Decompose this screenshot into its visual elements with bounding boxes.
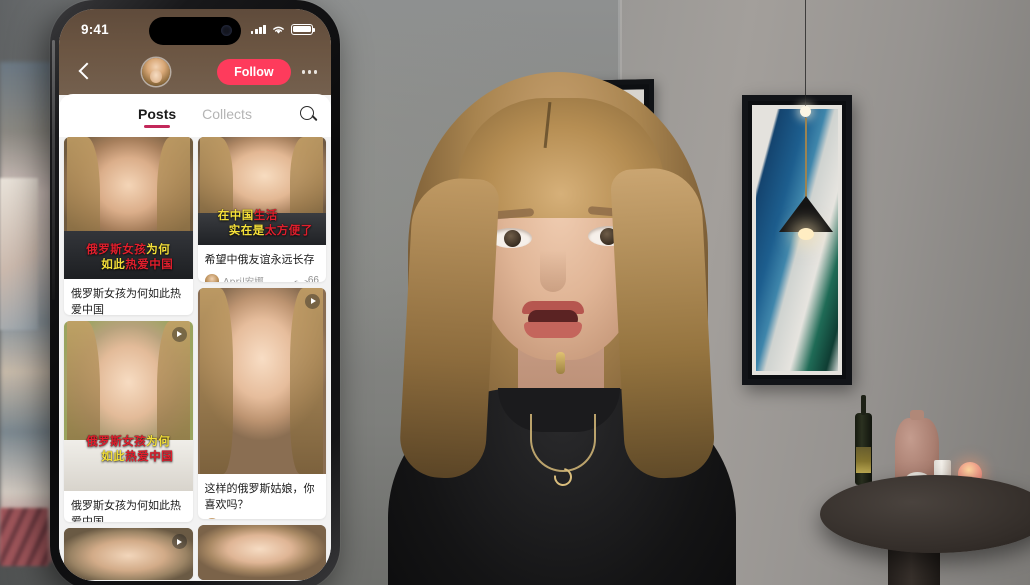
play-icon[interactable] <box>171 534 187 550</box>
feed-column-right: 在中国生活 实在是太方便了 希望中俄友谊永远长存 April安娜 <box>197 137 327 580</box>
caption-red-1: 俄罗斯女孩 <box>86 433 147 448</box>
play-icon[interactable] <box>305 293 320 309</box>
pendant-lamp-glow <box>798 228 814 240</box>
caption-yellow-1: 为何 <box>146 241 171 256</box>
hair-lock-right <box>609 165 717 481</box>
caption-red-1: 生活 <box>253 207 278 222</box>
caption-yellow-1: 为何 <box>146 433 171 448</box>
post-meta: April安娜 66 <box>204 273 319 282</box>
earring <box>556 352 565 374</box>
caption-yellow-2: 如此 <box>101 257 126 272</box>
follow-button[interactable]: Follow <box>217 59 291 85</box>
dynamic-island <box>149 17 241 45</box>
play-icon[interactable] <box>171 326 187 342</box>
caption-yellow-2: 如此 <box>101 449 126 464</box>
phone-screen: 9:41 Follow Posts Collects 俄罗斯女孩为何 如此热爱中… <box>59 9 331 581</box>
posts-feed[interactable]: 俄罗斯女孩为何 如此热爱中国 俄罗斯女孩为何如此热爱中国 April安娜 <box>59 137 331 580</box>
status-clock: 9:41 <box>81 21 109 37</box>
hair-lock-left <box>398 175 500 481</box>
post-thumbnail[interactable]: 在中国生活 实在是太方便了 <box>197 137 327 245</box>
phone-edge-highlight <box>52 40 55 300</box>
caption-yellow-2: 实在是 <box>228 223 265 238</box>
post-card-partial[interactable] <box>64 528 193 580</box>
wifi-icon <box>273 26 284 34</box>
search-icon[interactable] <box>300 106 317 123</box>
screenshot-stage: 9:41 Follow Posts Collects 俄罗斯女孩为何 如此热爱中… <box>0 0 1030 585</box>
thumbnail-caption: 俄罗斯女孩为何 如此热爱中国 <box>64 434 193 465</box>
post-title: 俄罗斯女孩为何如此热爱中国 <box>71 498 181 523</box>
post-card[interactable]: 在中国生活 实在是太方便了 希望中俄友谊永远长存 April安娜 <box>197 137 327 282</box>
post-title: 希望中俄友谊永远长存 <box>204 253 315 266</box>
thumb-hair-right <box>290 287 324 474</box>
author-avatar <box>204 273 219 282</box>
tabs-container: Posts Collects <box>59 94 331 137</box>
post-card-partial[interactable] <box>197 524 326 580</box>
heart-icon[interactable] <box>293 276 304 282</box>
post-author[interactable]: April安娜 <box>204 273 264 282</box>
picture-art <box>756 109 838 371</box>
status-icons <box>250 23 316 35</box>
ceiling-light-dot <box>800 106 811 117</box>
more-options-icon[interactable] <box>301 70 317 74</box>
author-name: April安娜 <box>223 274 264 282</box>
post-body: 这样的俄罗斯姑娘，你喜欢吗？ April安娜 25 <box>198 474 327 519</box>
lower-lip <box>524 322 582 338</box>
pendant-lamp-rod <box>805 118 807 198</box>
caption-red-2: 太方便了 <box>264 223 313 238</box>
post-thumbnail[interactable]: 俄罗斯女孩为何 如此热爱中国 <box>64 320 193 491</box>
navbar-actions: Follow <box>217 59 317 85</box>
post-card[interactable]: 俄罗斯女孩为何 如此热爱中国 俄罗斯女孩为何如此热爱中国 April安娜 <box>64 320 193 523</box>
post-body: 俄罗斯女孩为何如此热爱中国 April安娜 93 <box>64 279 193 315</box>
framed-picture-right <box>742 95 852 385</box>
caption-yellow-1: 在中国 <box>217 207 254 222</box>
tab-collects[interactable]: Collects <box>202 106 252 128</box>
phone-mockup: 9:41 Follow Posts Collects 俄罗斯女孩为何 如此热爱中… <box>50 0 340 585</box>
video-subject <box>380 58 740 585</box>
bottle-label <box>856 447 871 473</box>
post-body: 俄罗斯女孩为何如此热爱中国 April安娜 34 <box>64 491 193 523</box>
post-body: 希望中俄友谊永远长存 April安娜 66 <box>198 245 327 282</box>
caption-red-2: 热爱中国 <box>125 449 174 464</box>
like-count: 66 <box>307 275 319 282</box>
caption-red-1: 俄罗斯女孩 <box>86 241 147 256</box>
post-title: 这样的俄罗斯姑娘，你喜欢吗？ <box>204 481 315 511</box>
battery-icon <box>291 23 316 35</box>
signal-bars-icon <box>250 24 266 34</box>
status-bar: 9:41 <box>59 9 331 49</box>
background-fabric <box>0 508 48 566</box>
post-card[interactable]: 俄罗斯女孩为何 如此热爱中国 俄罗斯女孩为何如此热爱中国 April安娜 <box>64 137 193 315</box>
oil-bottle <box>855 395 872 485</box>
caption-red-2: 热爱中国 <box>125 257 174 272</box>
front-camera-icon <box>221 25 232 36</box>
tab-posts[interactable]: Posts <box>138 106 176 128</box>
thumbnail-caption: 俄罗斯女孩为何 如此热爱中国 <box>64 242 193 273</box>
thumbnail-caption: 在中国生活 实在是太方便了 <box>198 208 327 239</box>
feed-column-left: 俄罗斯女孩为何 如此热爱中国 俄罗斯女孩为何如此热爱中国 April安娜 <box>64 137 193 580</box>
background-poster-frame <box>0 178 38 330</box>
iris <box>504 230 521 247</box>
profile-header: 9:41 Follow <box>59 9 331 95</box>
tabs-row: Posts Collects <box>59 103 331 131</box>
back-chevron-icon[interactable] <box>73 61 95 83</box>
post-card[interactable]: 这样的俄罗斯姑娘，你喜欢吗？ April安娜 25 <box>197 287 327 519</box>
like-group[interactable]: 66 <box>293 275 319 281</box>
post-thumbnail[interactable]: 俄罗斯女孩为何 如此热爱中国 <box>64 137 193 279</box>
profile-avatar[interactable] <box>142 58 171 86</box>
post-thumbnail[interactable] <box>197 524 326 580</box>
profile-navbar: Follow <box>59 49 331 95</box>
nose <box>540 250 566 292</box>
post-title: 俄罗斯女孩为何如此热爱中国 <box>71 287 181 315</box>
post-thumbnail[interactable] <box>197 287 326 474</box>
thumb-hair-left <box>200 287 234 474</box>
post-thumbnail[interactable] <box>64 528 193 580</box>
